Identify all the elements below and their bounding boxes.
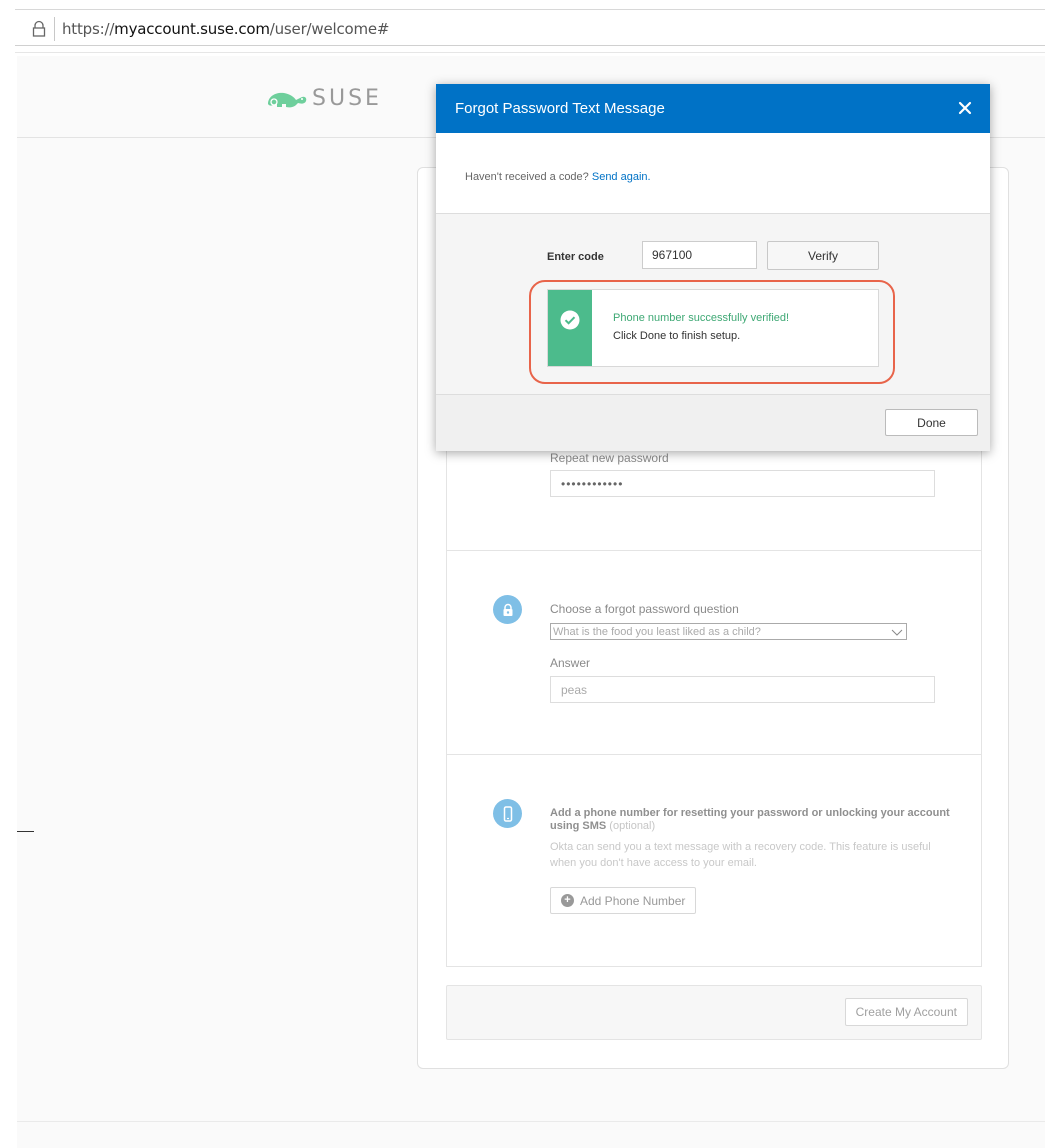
suse-logo[interactable]: SUSE [266, 86, 382, 111]
sms-section: Add a phone number for resetting your pa… [446, 755, 982, 967]
sms-verify-dialog: Forgot Password Text Message Haven't rec… [436, 84, 990, 451]
add-phone-button[interactable]: + Add Phone Number [550, 887, 697, 914]
divider [15, 52, 1045, 53]
divider [17, 831, 34, 832]
form-footer: Create My Account [446, 985, 982, 1040]
sms-title: Add a phone number for resetting your pa… [550, 807, 950, 833]
repeat-password-input[interactable]: •••••••••••• [550, 470, 935, 497]
question-select[interactable]: What is the food you least liked as a ch… [550, 623, 907, 640]
padlock-icon [493, 595, 522, 624]
answer-label: Answer [550, 656, 591, 670]
password-section: Repeat new password •••••••••••• [446, 448, 982, 551]
answer-input[interactable]: peas [550, 676, 935, 703]
logo-wordmark: SUSE [312, 86, 382, 111]
question-label: Choose a forgot password question [550, 602, 739, 616]
send-again-link[interactable]: Send again. [592, 171, 651, 183]
resend-panel: Haven't received a code? Send again. [436, 133, 990, 214]
code-panel: Enter code 967100 Verify Phone number su… [436, 214, 990, 395]
done-button[interactable]: Done [885, 409, 978, 436]
screen: https://myaccount.suse.com/user/welcome#… [0, 0, 1045, 1148]
dialog-header: Forgot Password Text Message [436, 84, 990, 133]
lock-icon [32, 20, 46, 37]
add-phone-label: Add Phone Number [580, 893, 686, 908]
dialog-footer: Done [436, 395, 990, 451]
success-subtext: Click Done to finish setup. [613, 330, 741, 342]
url-path: /user/welcome# [269, 20, 390, 38]
resend-text: Haven't received a code? Send again. [465, 171, 651, 183]
divider [15, 9, 1045, 10]
no-code-text: Haven't received a code? [465, 171, 589, 183]
chevron-down-icon [891, 629, 903, 636]
success-title: Phone number successfully verified! [613, 312, 790, 324]
suse-chameleon-icon [268, 92, 307, 107]
divider [17, 1121, 1045, 1122]
url-domain: myaccount.suse.com [114, 20, 270, 38]
check-icon [560, 310, 580, 330]
plus-icon: + [561, 894, 574, 907]
address-bar: https://myaccount.suse.com/user/welcome# [0, 0, 1045, 56]
repeat-password-label: Repeat new password [550, 451, 669, 465]
sms-optional: (optional) [609, 820, 656, 832]
url-field[interactable]: https://myaccount.suse.com/user/welcome# [62, 20, 389, 38]
verify-button[interactable]: Verify [767, 241, 879, 270]
url-scheme: https:// [62, 20, 115, 38]
sms-description: Okta can send you a text message with a … [550, 841, 931, 869]
code-input[interactable]: 967100 [642, 241, 757, 269]
phone-icon [493, 799, 522, 828]
close-icon[interactable] [957, 100, 973, 116]
divider [15, 45, 1045, 46]
create-account-button[interactable]: Create My Account [844, 998, 968, 1026]
enter-code-label: Enter code [547, 251, 604, 263]
dialog-title: Forgot Password Text Message [455, 100, 665, 117]
success-strip [548, 290, 592, 366]
question-selected: What is the food you least liked as a ch… [553, 625, 761, 638]
divider [54, 17, 55, 41]
security-question-section: Choose a forgot password question What i… [446, 551, 982, 755]
success-message: Phone number successfully verified! Clic… [547, 289, 879, 367]
